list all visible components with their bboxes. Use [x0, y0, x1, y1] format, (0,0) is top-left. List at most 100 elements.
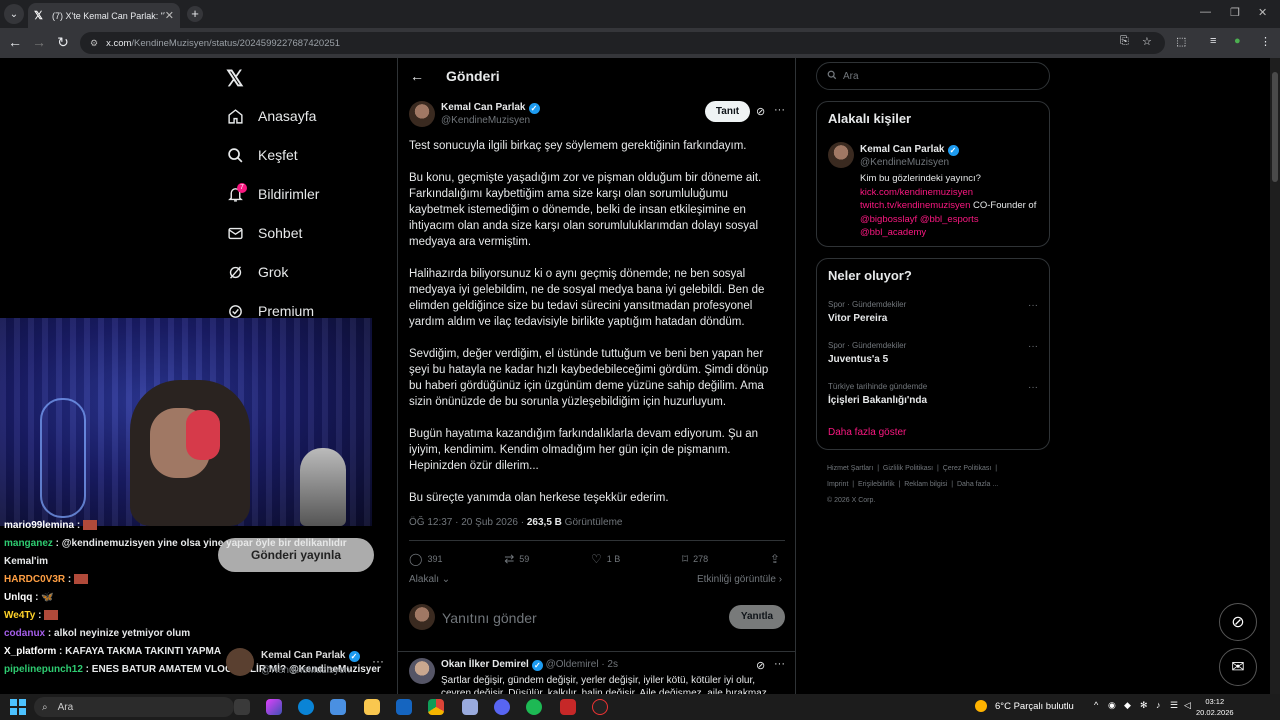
trends-card: Neler oluyor? Spor · Gündemdekiler Vitor…: [816, 258, 1050, 450]
mention-link[interactable]: @bbl_esports: [920, 214, 979, 225]
site-info-icon[interactable]: ⚙: [90, 38, 98, 49]
tray-app-icon[interactable]: ◆: [1124, 700, 1131, 711]
like-action[interactable]: ♡ 1 B: [591, 550, 620, 568]
post-button[interactable]: Gönderi yayınla: [218, 538, 374, 572]
reply-input[interactable]: Yanıtını gönder: [442, 610, 537, 626]
footer-link[interactable]: Imprint: [827, 481, 848, 488]
file-explorer-icon[interactable]: [364, 699, 380, 715]
tab-search-button[interactable]: ⌄: [4, 4, 24, 24]
promote-button[interactable]: Tanıt: [705, 101, 750, 122]
scrollbar[interactable]: [1270, 58, 1280, 694]
forward-icon[interactable]: →: [30, 34, 48, 50]
reply-author-avatar[interactable]: [409, 658, 435, 684]
trend-item[interactable]: Türkiye tarihinde gündemde İçişleri Baka…: [828, 382, 1038, 406]
mention-link[interactable]: @bbl_academy: [860, 227, 926, 238]
grok-fab-icon[interactable]: ⊘: [1219, 603, 1257, 641]
footer-link[interactable]: Gizlilik Politikası: [883, 465, 933, 472]
obs-icon[interactable]: [592, 699, 608, 715]
reload-icon[interactable]: ↻: [54, 34, 72, 51]
discord-icon[interactable]: [494, 699, 510, 715]
new-tab-button[interactable]: +: [187, 6, 203, 22]
reply-action[interactable]: ◯ 391: [409, 550, 442, 568]
reply-button[interactable]: Yanıtla: [729, 605, 785, 629]
more-icon[interactable]: ···: [1028, 341, 1038, 352]
relevance-sort[interactable]: Alakalı ⌄: [409, 574, 450, 585]
tab-close-icon[interactable]: ✕: [165, 9, 174, 22]
avatar[interactable]: [828, 142, 854, 168]
show-more-link[interactable]: Daha fazla göster: [828, 427, 906, 438]
account-name: Kemal Can Parlak ✓: [261, 650, 360, 662]
copilot-icon[interactable]: [266, 699, 282, 715]
reply-tweet[interactable]: Okan İlker Demirel ✓ @Oldemirel · 2s ⊘ ··…: [398, 651, 796, 694]
share-action[interactable]: ⇪: [770, 550, 785, 568]
mention-link[interactable]: @bigbosslayf: [860, 214, 917, 225]
page-title: Gönderi: [446, 68, 500, 84]
tray-app-icon[interactable]: ✻: [1140, 700, 1148, 711]
x-logo-icon[interactable]: 𝕏: [226, 66, 244, 92]
trend-item[interactable]: Spor · Gündemdekiler Juventus'a 5 ···: [828, 341, 1038, 365]
more-icon[interactable]: ···: [774, 658, 785, 670]
wifi-icon[interactable]: ☰: [1170, 700, 1178, 711]
media-control-icon[interactable]: ≡: [1210, 35, 1216, 47]
profile-icon[interactable]: ●: [1234, 35, 1241, 47]
volume-icon[interactable]: ◁: [1184, 700, 1191, 711]
nav-explore[interactable]: Keşfet: [226, 143, 298, 167]
address-bar[interactable]: ⚙ x.com/KendineMuzisyen/status/202459922…: [80, 32, 1165, 54]
footer-link[interactable]: Erişilebilirlik: [858, 481, 895, 488]
app-icon[interactable]: [560, 699, 576, 715]
app-icon[interactable]: [462, 699, 478, 715]
task-view-icon[interactable]: [234, 699, 250, 715]
grok-icon[interactable]: ⊘: [756, 105, 765, 118]
minimize-icon[interactable]: —: [1200, 6, 1211, 18]
view-activity-link[interactable]: Etkinliği görüntüle ›: [697, 574, 782, 585]
tweet-author-name[interactable]: Kemal Can Parlak ✓: [441, 102, 540, 114]
taskbar-search[interactable]: ⌕ Ara: [34, 697, 234, 717]
more-icon[interactable]: ···: [774, 104, 785, 116]
extensions-icon[interactable]: ⬚: [1176, 35, 1186, 48]
store-icon[interactable]: [330, 699, 346, 715]
retweet-action[interactable]: ⇄ 59: [504, 550, 529, 568]
back-arrow-icon[interactable]: ←: [410, 68, 424, 84]
tweet-author-avatar[interactable]: [409, 101, 435, 127]
search-input[interactable]: Ara: [816, 62, 1050, 90]
close-window-icon[interactable]: ✕: [1258, 6, 1267, 19]
tweet-time[interactable]: ÖĞ 12:37 · 20 Şub 2026 ·: [409, 517, 527, 528]
grok-icon[interactable]: ⊘: [756, 659, 765, 672]
footer-link[interactable]: Reklam bilgisi: [904, 481, 947, 488]
bookmark-star-icon[interactable]: ☆: [1142, 35, 1152, 48]
account-switcher[interactable]: Kemal Can Parlak ✓ @KendineMuzisyen ···: [226, 648, 391, 678]
chrome-icon[interactable]: [428, 699, 444, 715]
browser-tab[interactable]: 𝕏 (7) X'te Kemal Can Parlak: "Test ✕: [28, 3, 180, 28]
more-icon[interactable]: ···: [1028, 300, 1038, 311]
maximize-icon[interactable]: ❐: [1230, 6, 1240, 19]
messages-fab-icon[interactable]: ✉: [1219, 648, 1257, 686]
twitch-link[interactable]: twitch.tv/kendinemuzisyen: [860, 200, 970, 211]
spotify-icon[interactable]: [526, 699, 542, 715]
install-app-icon[interactable]: ⎘: [1120, 35, 1129, 48]
person-name[interactable]: Kemal Can Parlak ✓: [860, 144, 959, 156]
microphone-icon[interactable]: ♪: [1156, 700, 1161, 710]
weather-widget[interactable]: 6°C Parçalı bulutlu: [975, 700, 1074, 712]
kick-link[interactable]: kick.com/kendinemuzisyen: [860, 187, 973, 198]
more-icon[interactable]: ···: [372, 654, 384, 668]
outlook-icon[interactable]: [396, 699, 412, 715]
reply-author[interactable]: Okan İlker Demirel ✓ @Oldemirel · 2s: [441, 659, 618, 671]
clock[interactable]: 03:12 20.02.2026: [1196, 696, 1234, 718]
scrollbar-thumb[interactable]: [1272, 72, 1278, 182]
tray-chevron-icon[interactable]: ^: [1094, 700, 1098, 710]
nav-grok[interactable]: Grok: [226, 260, 288, 284]
nav-messages[interactable]: Sohbet: [226, 221, 302, 245]
trend-item[interactable]: Spor · Gündemdekiler Vitor Pereira ···: [828, 300, 1038, 324]
browser-menu-icon[interactable]: ⋮: [1260, 35, 1271, 48]
nav-home[interactable]: Anasayfa: [226, 104, 316, 128]
more-icon[interactable]: ···: [1028, 382, 1038, 393]
back-icon[interactable]: ←: [6, 34, 24, 50]
windows-start-icon[interactable]: [10, 699, 26, 715]
footer-link[interactable]: Hizmet Şartları: [827, 465, 873, 472]
footer-link[interactable]: Çerez Politikası: [943, 465, 992, 472]
tweet-author-handle[interactable]: @KendineMuzisyen: [441, 115, 530, 126]
steam-icon[interactable]: ◉: [1108, 700, 1116, 711]
bookmark-action[interactable]: ⌑ 278: [682, 550, 708, 568]
edge-icon[interactable]: [298, 699, 314, 715]
footer-link[interactable]: Daha fazla ...: [957, 481, 998, 488]
